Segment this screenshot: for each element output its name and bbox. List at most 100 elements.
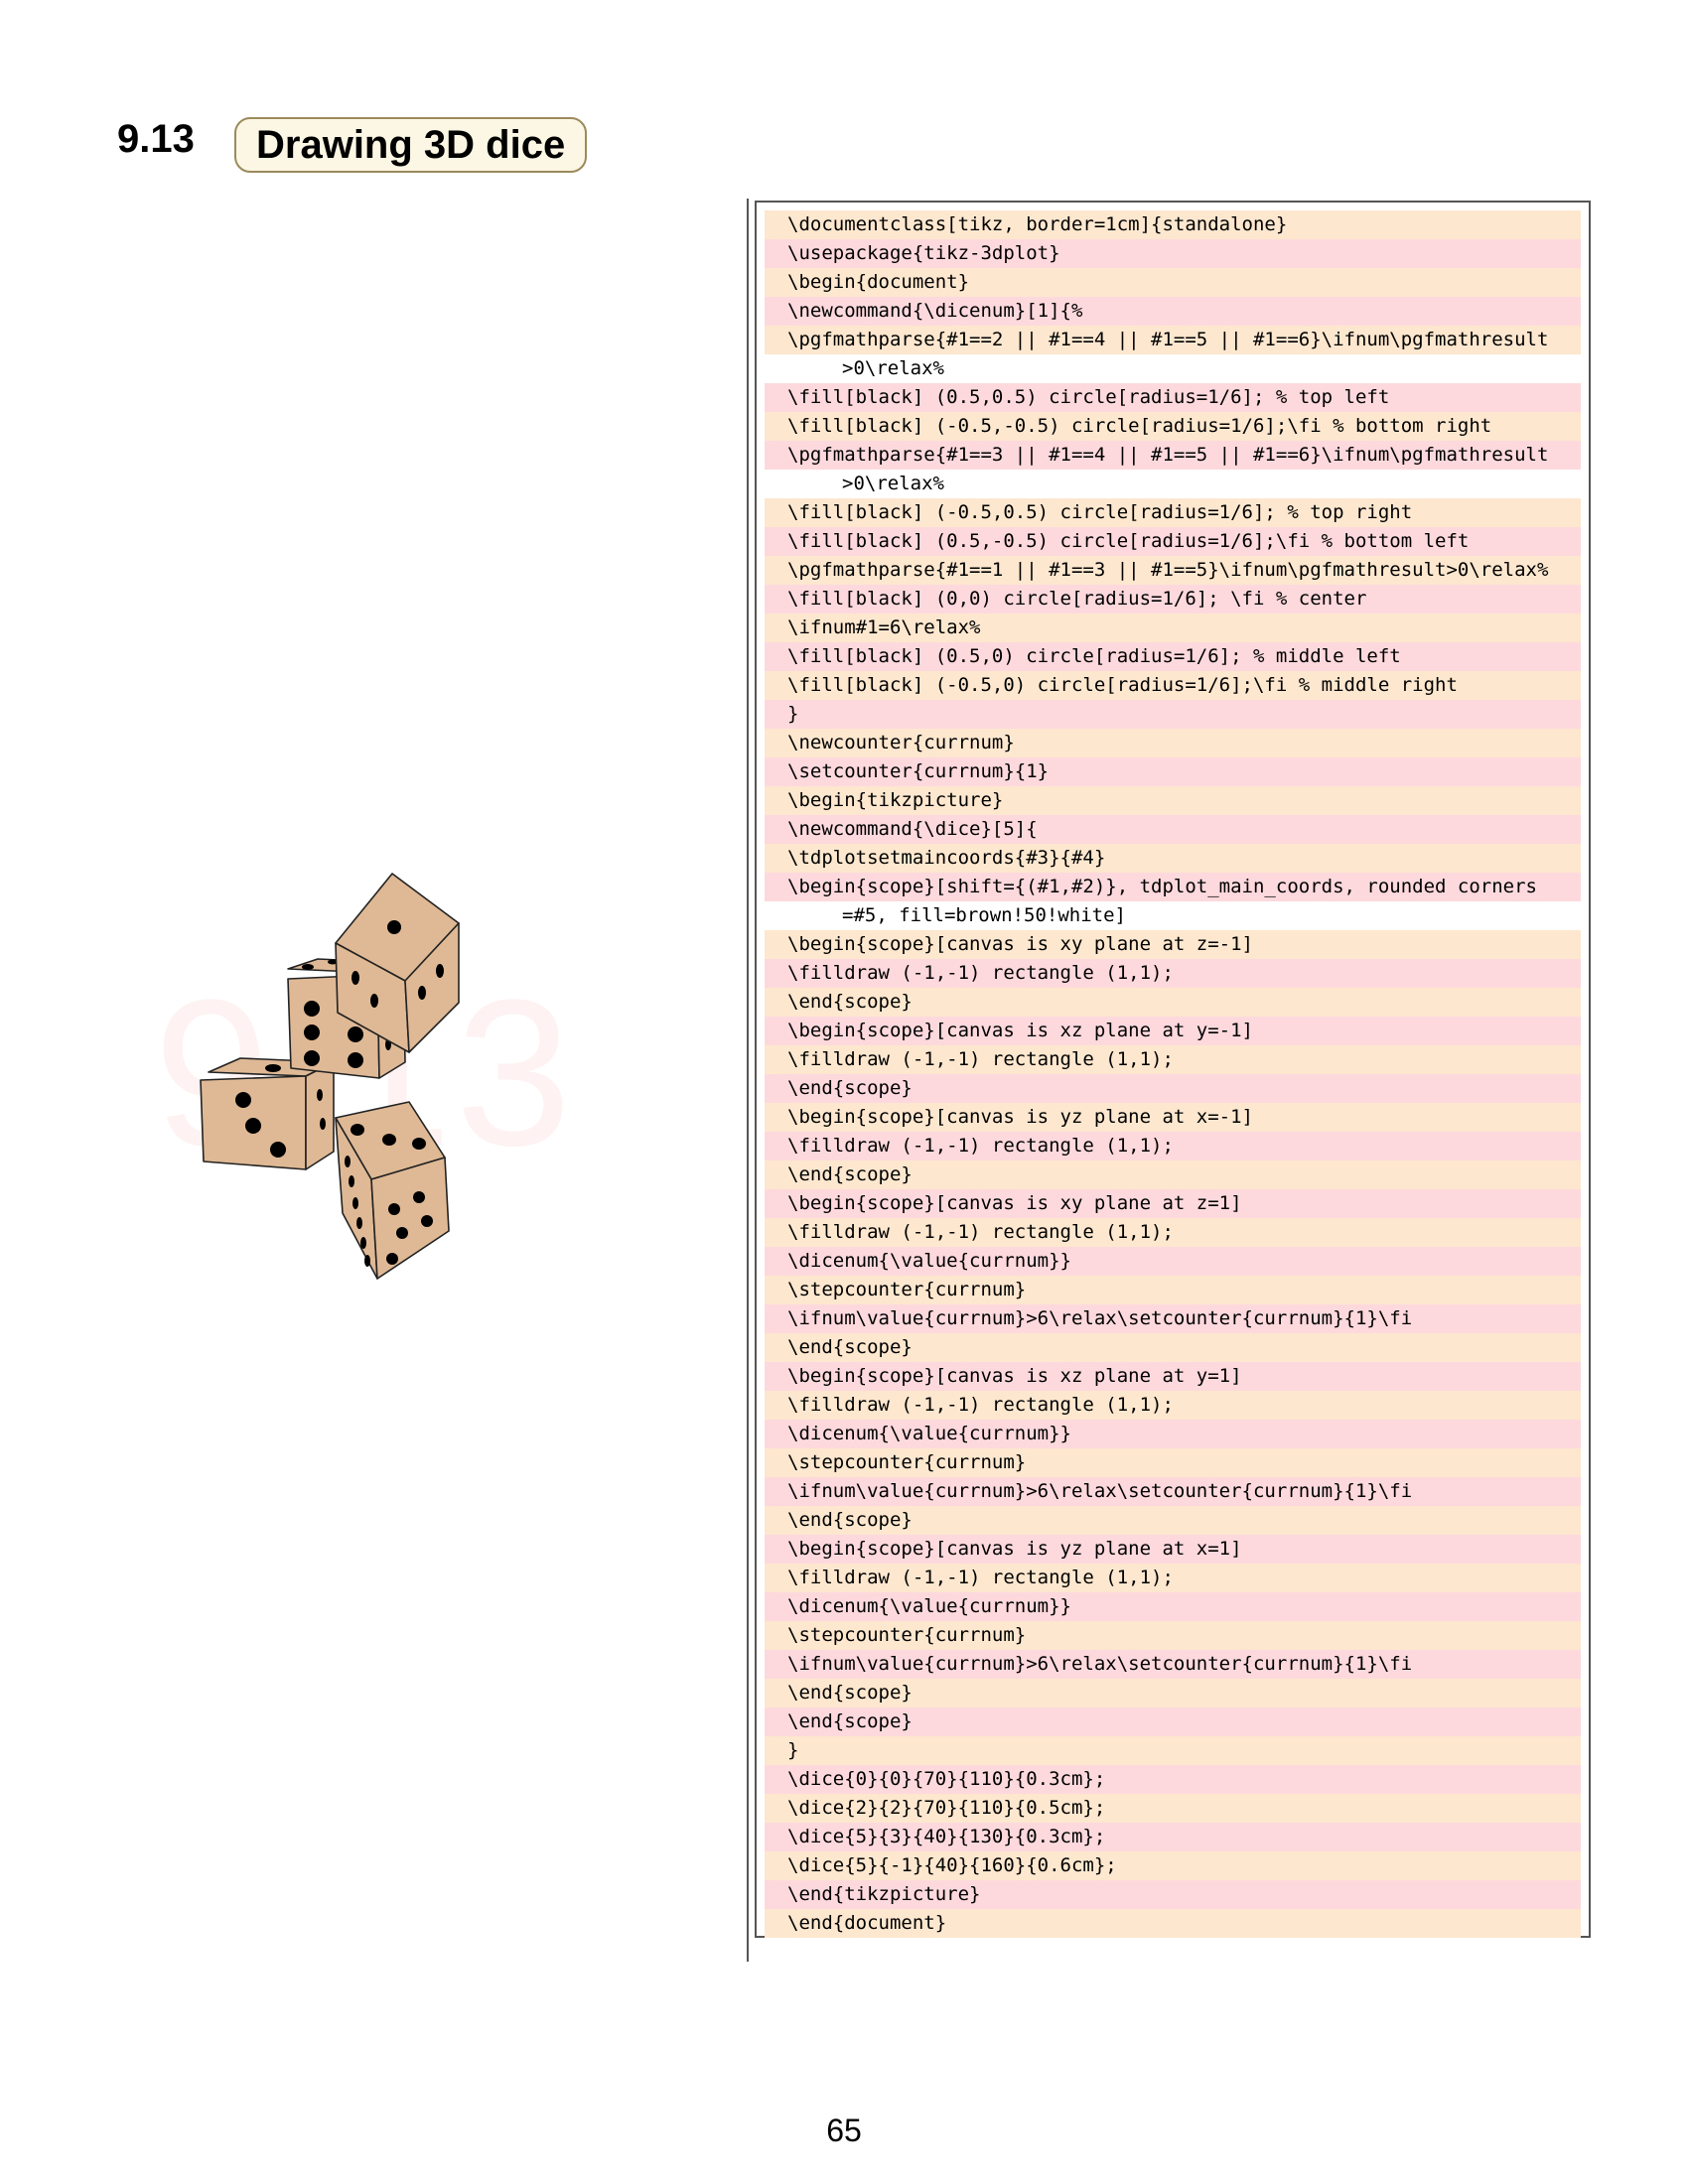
- code-lines: \documentclass[tikz, border=1cm]{standal…: [765, 210, 1581, 1938]
- code-line: \fill[black] (0,0) circle[radius=1/6]; \…: [765, 585, 1581, 614]
- code-line: \filldraw (-1,-1) rectangle (1,1);: [765, 959, 1581, 988]
- code-line: }: [765, 1736, 1581, 1765]
- pip-dot: [356, 1217, 362, 1229]
- code-line: \tdplotsetmaincoords{#3}{#4}: [765, 844, 1581, 873]
- code-line: \end{scope}: [765, 988, 1581, 1017]
- code-line: \filldraw (-1,-1) rectangle (1,1);: [765, 1045, 1581, 1074]
- code-line: \dice{5}{3}{40}{130}{0.3cm};: [765, 1823, 1581, 1851]
- pip-dot: [382, 1134, 396, 1146]
- code-line: }: [765, 700, 1581, 729]
- pip-dot: [270, 1142, 286, 1158]
- pip-dot: [349, 1175, 354, 1187]
- code-listing: \documentclass[tikz, border=1cm]{standal…: [755, 201, 1591, 1938]
- page-number: 65: [826, 2113, 862, 2148]
- code-line: \fill[black] (0.5,0.5) circle[radius=1/6…: [765, 383, 1581, 412]
- code-line: \documentclass[tikz, border=1cm]{standal…: [765, 210, 1581, 239]
- code-line: \begin{scope}[canvas is xz plane at y=1]: [765, 1362, 1581, 1391]
- pip-dot: [302, 964, 314, 970]
- code-line: \stepcounter{currnum}: [765, 1621, 1581, 1650]
- die-bottom-left: [200, 1057, 335, 1170]
- code-line: \filldraw (-1,-1) rectangle (1,1);: [765, 1564, 1581, 1592]
- code-line: \newcommand{\dicenum}[1]{%: [765, 297, 1581, 326]
- pip-dot: [304, 1001, 320, 1017]
- pip-dot: [351, 1124, 364, 1136]
- code-line: >0\relax%: [765, 470, 1581, 498]
- pip-dot: [396, 1227, 408, 1239]
- code-line: \filldraw (-1,-1) rectangle (1,1);: [765, 1132, 1581, 1160]
- pip-dot: [304, 1024, 320, 1040]
- code-line: \begin{scope}[shift={(#1,#2)}, tdplot_ma…: [765, 873, 1581, 901]
- code-line: \dicenum{\value{currnum}}: [765, 1592, 1581, 1621]
- code-line: \end{scope}: [765, 1707, 1581, 1736]
- pip-dot: [387, 920, 401, 934]
- code-line: \end{document}: [765, 1909, 1581, 1938]
- code-line: =#5, fill=brown!50!white]: [765, 901, 1581, 930]
- code-line: \end{scope}: [765, 1333, 1581, 1362]
- code-line: \end{scope}: [765, 1074, 1581, 1103]
- section-number: 9.13: [117, 117, 195, 161]
- code-line: \dice{0}{0}{70}{110}{0.3cm};: [765, 1765, 1581, 1794]
- code-line: \end{scope}: [765, 1160, 1581, 1189]
- pip-dot: [320, 1118, 326, 1130]
- code-line: \begin{scope}[canvas is xz plane at y=-1…: [765, 1017, 1581, 1045]
- pip-dot: [418, 986, 426, 1000]
- code-line: \dicenum{\value{currnum}}: [765, 1247, 1581, 1276]
- pip-dot: [412, 1138, 426, 1150]
- code-line: \stepcounter{currnum}: [765, 1276, 1581, 1304]
- pip-dot: [352, 971, 359, 985]
- pip-dot: [348, 1026, 363, 1042]
- code-line: \setcounter{currnum}{1}: [765, 757, 1581, 786]
- pip-dot: [413, 1191, 425, 1203]
- pip-dot: [265, 1064, 281, 1072]
- dice-figure: [200, 873, 460, 1280]
- code-line: \fill[black] (-0.5,0) circle[radius=1/6]…: [765, 671, 1581, 700]
- code-line: \pgfmathparse{#1==3 || #1==4 || #1==5 ||…: [765, 441, 1581, 470]
- pip-dot: [364, 1255, 370, 1267]
- code-line: \begin{scope}[canvas is xy plane at z=1]: [765, 1189, 1581, 1218]
- pip-dot: [345, 1156, 351, 1167]
- code-line: \dice{2}{2}{70}{110}{0.5cm};: [765, 1794, 1581, 1823]
- code-line: \begin{scope}[canvas is xy plane at z=-1…: [765, 930, 1581, 959]
- pip-dot: [245, 1118, 261, 1134]
- code-line: \usepackage{tikz-3dplot}: [765, 239, 1581, 268]
- section-title: Drawing 3D dice: [234, 117, 588, 173]
- code-line: \dice{5}{-1}{40}{160}{0.6cm};: [765, 1851, 1581, 1880]
- pip-dot: [436, 964, 444, 978]
- pip-dot: [388, 1203, 400, 1215]
- pip-dot: [317, 1089, 323, 1101]
- code-line: \ifnum\value{currnum}>6\relax\setcounter…: [765, 1304, 1581, 1333]
- code-line: \ifnum\value{currnum}>6\relax\setcounter…: [765, 1650, 1581, 1679]
- code-line: \filldraw (-1,-1) rectangle (1,1);: [765, 1391, 1581, 1420]
- code-line: \begin{scope}[canvas is yz plane at x=-1…: [765, 1103, 1581, 1132]
- code-line: \newcounter{currnum}: [765, 729, 1581, 757]
- code-line: \ifnum#1=6\relax%: [765, 614, 1581, 642]
- code-line: \newcommand{\dice}[5]{: [765, 815, 1581, 844]
- code-line: \fill[black] (0.5,0) circle[radius=1/6];…: [765, 642, 1581, 671]
- pip-dot: [348, 1052, 363, 1068]
- code-line: \dicenum{\value{currnum}}: [765, 1420, 1581, 1448]
- pip-dot: [304, 1050, 320, 1066]
- pip-dot: [360, 1237, 366, 1249]
- die-bottom-right: [335, 1101, 450, 1280]
- code-line: \fill[black] (0.5,-0.5) circle[radius=1/…: [765, 527, 1581, 556]
- code-line: \pgfmathparse{#1==1 || #1==3 || #1==5}\i…: [765, 556, 1581, 585]
- code-line: \filldraw (-1,-1) rectangle (1,1);: [765, 1218, 1581, 1247]
- code-line: \stepcounter{currnum}: [765, 1448, 1581, 1477]
- code-line: \end{scope}: [765, 1506, 1581, 1535]
- code-line: \end{tikzpicture}: [765, 1880, 1581, 1909]
- code-line: \end{scope}: [765, 1679, 1581, 1707]
- pip-dot: [235, 1092, 251, 1108]
- code-line: \pgfmathparse{#1==2 || #1==4 || #1==5 ||…: [765, 326, 1581, 354]
- pip-dot: [352, 1197, 358, 1209]
- code-line: \fill[black] (-0.5,-0.5) circle[radius=1…: [765, 412, 1581, 441]
- code-line: \begin{scope}[canvas is yz plane at x=1]: [765, 1535, 1581, 1564]
- code-line: \ifnum\value{currnum}>6\relax\setcounter…: [765, 1477, 1581, 1506]
- code-line: \begin{tikzpicture}: [765, 786, 1581, 815]
- code-line: >0\relax%: [765, 354, 1581, 383]
- code-line: \fill[black] (-0.5,0.5) circle[radius=1/…: [765, 498, 1581, 527]
- pip-dot: [421, 1215, 433, 1227]
- pip-dot: [370, 994, 378, 1008]
- code-left-rule: [747, 199, 749, 1962]
- pip-dot: [386, 1253, 398, 1265]
- code-line: \begin{document}: [765, 268, 1581, 297]
